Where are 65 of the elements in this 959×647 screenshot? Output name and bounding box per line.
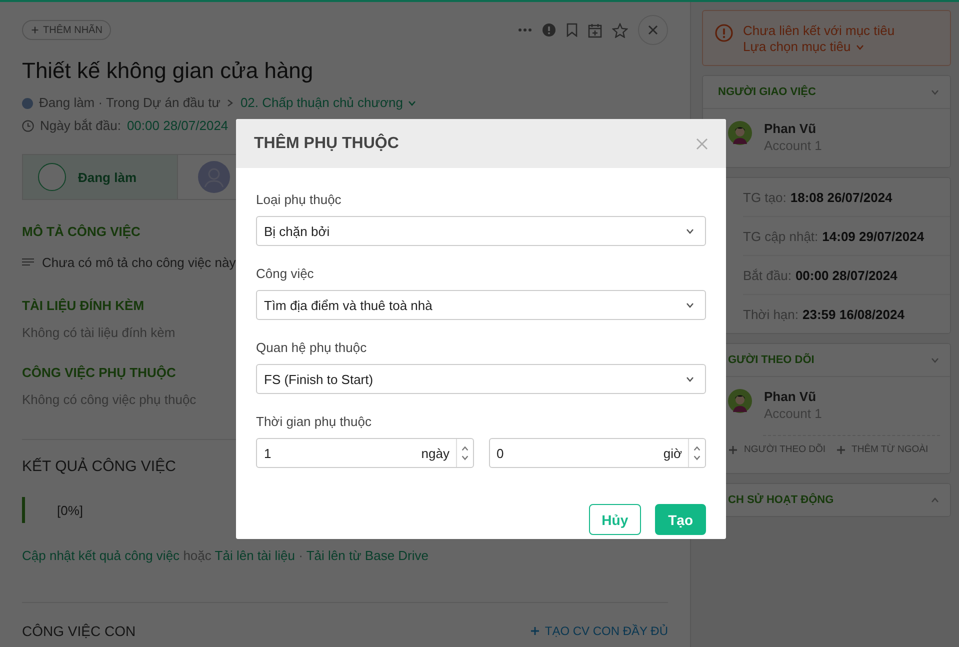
alert-icon[interactable] [542,23,556,37]
breadcrumb-chevron-icon [226,98,234,108]
task-title: Thiết kế không gian cửa hàng [22,57,314,85]
plus-icon [836,444,846,454]
field-label: Loại phụ thuộc [256,192,342,208]
avatar-icon [728,389,752,413]
chevron-icon[interactable] [930,495,940,505]
card-heading: NGƯỜI GIAO VIỆC [718,86,816,98]
section-heading: MÔ TẢ CÔNG VIỆC [22,224,140,240]
person-name: Phan Vũ [764,389,818,405]
progress-text: [0%] [22,497,84,523]
clock-icon [22,120,34,132]
warning-icon [715,24,733,42]
field-label: Công việc [256,266,315,282]
select-field[interactable]: FS (Finish to Start) [256,364,706,394]
section-heading: TÀI LIỆU ĐÍNH KÈM [22,298,144,314]
bookmark-icon[interactable] [566,23,578,37]
text-lines-icon [22,258,34,268]
close-button[interactable] [696,138,708,150]
chevron-up-icon[interactable] [692,444,702,453]
number-field[interactable]: 0 giờ [488,438,706,468]
action-link[interactable]: Cập nhật kết quả công việc [22,548,180,563]
description-text: Chưa có mô tả cho công việc này [42,255,236,270]
close-icon[interactable] [647,24,659,36]
timestamp-value: 23:59 16/08/2024 [802,306,904,322]
calendar-plus-icon[interactable] [588,22,602,38]
field-label: Quan hệ phụ thuộc [256,340,368,356]
section-heading: CÔNG VIỆC CON [22,623,136,639]
status-path: Đang làm · Trong Dự án đầu tư [39,94,220,112]
card-heading: CH SỬ HOẠT ĐỘNG [728,494,834,506]
create-button[interactable]: Tạo [655,504,706,535]
select-field[interactable]: Bị chặn bởi [256,216,706,246]
status-tab[interactable]: Đang làm [23,155,178,199]
field-label: Thời gian phụ thuộc [256,414,372,430]
add-tag-button[interactable]: THÊM NHÃN [22,20,112,40]
timestamp-value: 18:08 26/07/2024 [790,190,892,204]
star-icon[interactable] [612,22,628,38]
start-date-label: Ngày bắt đầu: [40,117,121,135]
person-name: Phan Vũ [764,121,818,137]
choose-goal-link[interactable]: Lựa chọn mục tiêu [743,39,938,55]
cancel-button[interactable]: Hủy [588,504,642,535]
stage-dropdown[interactable]: 02. Chấp thuận chủ chương [240,94,417,112]
dialog-title: THÊM PHỤ THUỘC [254,134,399,152]
status-dot-icon [22,98,33,108]
more-icon[interactable] [518,28,532,32]
plus-icon [728,444,738,454]
plus-icon [31,26,39,34]
section-heading: CÔNG VIỆC PHỤ THUỘC [22,365,176,381]
card-heading: GƯỜI THEO DÕI [728,354,814,366]
timestamp-value: 00:00 28/07/2024 [795,268,898,282]
action-link[interactable]: Tải lên tài liệu [214,548,295,563]
chevron-up-icon[interactable] [460,444,470,453]
user-avatar-icon[interactable] [198,161,230,193]
select-field[interactable]: Tìm địa điểm và thuê toà nhà [256,290,706,320]
avatar-icon [728,121,752,145]
chevron-down-icon[interactable] [692,453,702,462]
alert-text: Chưa liên kết với mục tiêu [743,23,896,39]
create-subtask-button[interactable]: TẠO CV CON ĐẦY ĐỦ [530,624,668,638]
action-link[interactable]: Tải lên từ Base Drive [306,548,428,563]
plus-icon [530,626,540,636]
section-heading: KẾT QUẢ CÔNG VIỆC [22,458,176,476]
timestamp-value: 14:09 29/07/2024 [822,228,924,244]
chevron-down-icon[interactable] [460,453,470,462]
start-date-value: 00:00 28/07/2024 [126,117,228,135]
number-field[interactable]: 1 ngày [256,438,474,468]
